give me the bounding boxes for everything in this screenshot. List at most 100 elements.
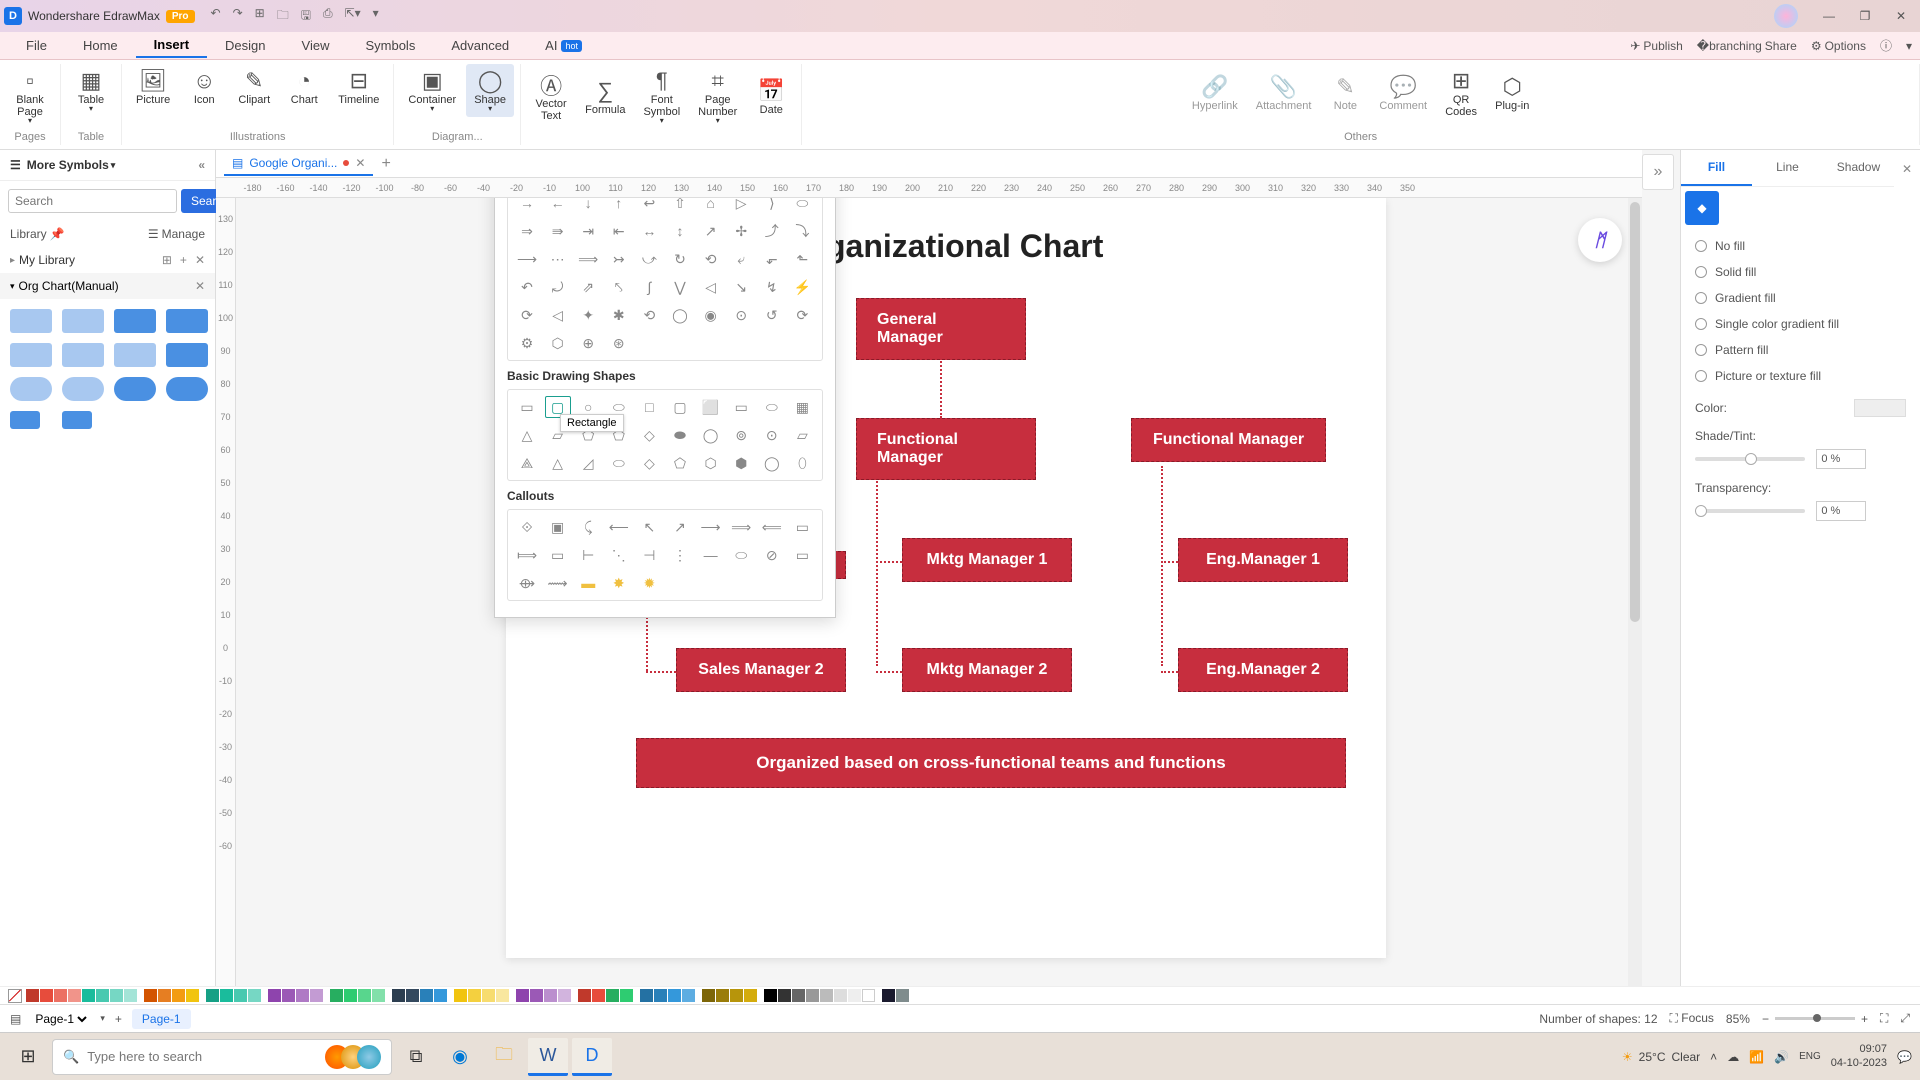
color-swatch[interactable] bbox=[482, 989, 495, 1002]
color-swatch[interactable] bbox=[96, 989, 109, 1002]
callout-icon[interactable]: ⊣ bbox=[636, 544, 662, 566]
color-swatch[interactable] bbox=[344, 989, 357, 1002]
arrow-icon[interactable]: ↩ bbox=[636, 198, 662, 214]
options-button[interactable]: ⚙ Options bbox=[1811, 39, 1866, 53]
color-swatch[interactable] bbox=[606, 989, 619, 1002]
shape-thumb[interactable] bbox=[166, 309, 208, 333]
qat-save-icon[interactable]: 🖫 bbox=[301, 6, 311, 27]
taskbar-clock[interactable]: 09:07 04-10-2023 bbox=[1831, 1043, 1887, 1069]
shape-thumb[interactable] bbox=[10, 377, 52, 401]
shade-slider[interactable] bbox=[1695, 457, 1805, 461]
chevron-right-icon[interactable]: ▸ bbox=[10, 255, 15, 266]
color-swatch[interactable] bbox=[110, 989, 123, 1002]
word-icon[interactable]: W bbox=[528, 1038, 568, 1076]
clipart-button[interactable]: ✎Clipart bbox=[230, 64, 278, 110]
close-lib-icon[interactable]: ✕ bbox=[195, 253, 205, 267]
arrow-icon[interactable]: ⇥ bbox=[575, 220, 601, 242]
callout-burst-icon[interactable]: ✹ bbox=[636, 572, 662, 594]
shape-icon[interactable]: ◯ bbox=[698, 424, 724, 446]
arrow-icon[interactable]: ⬐ bbox=[759, 248, 785, 270]
color-swatch[interactable] bbox=[530, 989, 543, 1002]
org-box-functional-manager[interactable]: Functional Manager bbox=[856, 418, 1036, 480]
edrawmax-icon[interactable]: D bbox=[572, 1038, 612, 1076]
arrow-icon[interactable]: ⤵ bbox=[789, 220, 815, 242]
color-swatch[interactable] bbox=[296, 989, 309, 1002]
arrow-icon[interactable]: ↕ bbox=[667, 220, 693, 242]
diamond-icon[interactable]: ◇ bbox=[636, 424, 662, 446]
color-swatch[interactable] bbox=[862, 989, 875, 1002]
arrow-icon[interactable]: ⇧ bbox=[667, 198, 693, 214]
tray-onedrive-icon[interactable]: ☁ bbox=[1727, 1050, 1739, 1064]
color-swatch[interactable] bbox=[716, 989, 729, 1002]
color-swatch[interactable] bbox=[158, 989, 171, 1002]
radio-gradient-fill[interactable]: Gradient fill bbox=[1695, 291, 1906, 305]
color-swatch[interactable] bbox=[40, 989, 53, 1002]
arrow-icon[interactable]: ◯ bbox=[667, 304, 693, 326]
callout-burst-icon[interactable]: ✸ bbox=[606, 572, 632, 594]
shape-thumb[interactable] bbox=[62, 377, 104, 401]
arrow-icon[interactable]: ⇒ bbox=[514, 220, 540, 242]
callout-icon[interactable]: — bbox=[698, 544, 724, 566]
color-swatch[interactable] bbox=[26, 989, 39, 1002]
minimize-icon[interactable]: — bbox=[1814, 5, 1844, 27]
color-swatch[interactable] bbox=[268, 989, 281, 1002]
color-swatch[interactable] bbox=[420, 989, 433, 1002]
arrow-icon[interactable]: ∫ bbox=[636, 276, 662, 298]
color-swatch[interactable] bbox=[434, 989, 447, 1002]
ai-assistant-badge[interactable]: ᛗ bbox=[1578, 218, 1622, 262]
arrow-icon[interactable]: ⊛ bbox=[606, 332, 632, 354]
shape-thumb[interactable] bbox=[10, 309, 52, 333]
arrow-icon[interactable]: ⤻ bbox=[636, 248, 662, 270]
transparency-value[interactable]: 0 % bbox=[1816, 501, 1866, 521]
arrow-icon[interactable]: ↻ bbox=[667, 248, 693, 270]
color-swatch[interactable] bbox=[620, 989, 633, 1002]
color-swatch[interactable] bbox=[640, 989, 653, 1002]
color-swatch[interactable] bbox=[730, 989, 743, 1002]
arrow-up-icon[interactable]: ↑ bbox=[606, 198, 632, 214]
pages-icon[interactable]: ▤ bbox=[10, 1012, 21, 1026]
shape-icon[interactable]: ◇ bbox=[636, 452, 662, 474]
color-swatch[interactable] bbox=[82, 989, 95, 1002]
arrow-right-icon[interactable]: → bbox=[514, 198, 540, 214]
attachment-button[interactable]: 📎Attachment bbox=[1248, 64, 1320, 122]
page-selector[interactable]: Page-1 bbox=[31, 1011, 90, 1027]
callout-icon[interactable]: ▭ bbox=[789, 516, 815, 538]
vertical-scrollbar[interactable] bbox=[1628, 198, 1642, 986]
callout-icon[interactable]: ⊢ bbox=[575, 544, 601, 566]
menu-ai[interactable]: AI hot bbox=[527, 34, 600, 57]
note-button[interactable]: ✎Note bbox=[1321, 64, 1369, 122]
arrow-icon[interactable]: ⟲ bbox=[636, 304, 662, 326]
plugin-button[interactable]: ⬡Plug-in bbox=[1487, 64, 1537, 122]
tray-notifications-icon[interactable]: 💬 bbox=[1897, 1050, 1912, 1064]
close-panel-icon[interactable]: ✕ bbox=[1894, 162, 1920, 176]
radio-solid-fill[interactable]: Solid fill bbox=[1695, 265, 1906, 279]
color-swatch[interactable] bbox=[220, 989, 233, 1002]
blank-page-button[interactable]: ▫Blank Page▾ bbox=[6, 64, 54, 129]
arrow-icon[interactable]: ↯ bbox=[759, 276, 785, 298]
edge-icon[interactable]: ◉ bbox=[440, 1038, 480, 1076]
tray-volume-icon[interactable]: 🔊 bbox=[1774, 1050, 1789, 1064]
org-box-mktg-manager-2[interactable]: Mktg Manager 2 bbox=[902, 648, 1072, 692]
shape-thumb[interactable] bbox=[114, 309, 156, 333]
color-swatch[interactable] bbox=[578, 989, 591, 1002]
help-icon[interactable]: ⓘ bbox=[1880, 37, 1892, 54]
fullscreen-icon[interactable]: ⤢ bbox=[1900, 1011, 1910, 1026]
menu-file[interactable]: File bbox=[8, 34, 65, 57]
color-swatch[interactable] bbox=[468, 989, 481, 1002]
hyperlink-button[interactable]: 🔗Hyperlink bbox=[1184, 64, 1246, 122]
task-view-icon[interactable]: ⧉ bbox=[396, 1038, 436, 1076]
taskbar-search[interactable]: 🔍 Type here to search bbox=[52, 1039, 392, 1075]
color-swatch[interactable] bbox=[1854, 399, 1906, 417]
font-symbol-button[interactable]: ¶Font Symbol▾ bbox=[635, 64, 688, 129]
color-swatch[interactable] bbox=[792, 989, 805, 1002]
square-icon[interactable]: □ bbox=[636, 396, 662, 418]
color-swatch[interactable] bbox=[358, 989, 371, 1002]
arrow-icon[interactable]: ◁ bbox=[698, 276, 724, 298]
callout-icon[interactable]: ⊘ bbox=[759, 544, 785, 566]
tab-shadow[interactable]: Shadow bbox=[1823, 150, 1894, 186]
callout-icon[interactable]: ▭ bbox=[789, 544, 815, 566]
color-swatch[interactable] bbox=[248, 989, 261, 1002]
color-swatch[interactable] bbox=[124, 989, 137, 1002]
callout-icon[interactable]: ⟴ bbox=[514, 572, 540, 594]
no-fill-icon[interactable] bbox=[8, 989, 22, 1003]
